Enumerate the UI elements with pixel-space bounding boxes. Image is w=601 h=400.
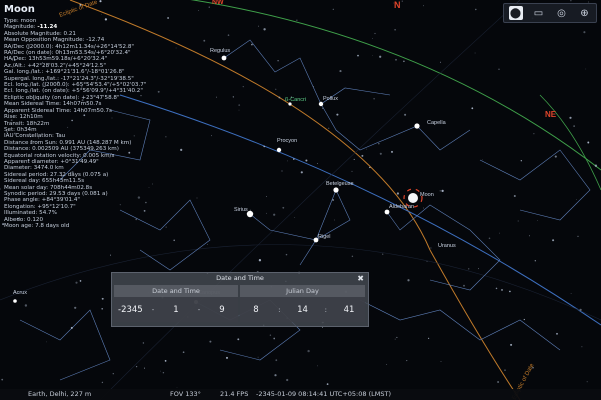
object-info-lines: Type: moon Magnitude: -11.24 Absolute Magn… bbox=[4, 18, 209, 229]
compass-ne: NE bbox=[545, 110, 557, 119]
time-separator: : bbox=[278, 305, 281, 314]
day-field[interactable]: 9 bbox=[210, 305, 234, 315]
star-label: Pollux bbox=[323, 96, 338, 102]
target-icon[interactable]: ◎ bbox=[555, 6, 569, 20]
star-label: Acrux bbox=[13, 290, 27, 296]
star-label: ß-Cancri bbox=[285, 97, 306, 103]
minute-field[interactable]: 14 bbox=[291, 305, 315, 315]
month-field[interactable]: 1 bbox=[164, 305, 188, 315]
status-fov: FOV 133° bbox=[170, 390, 201, 398]
star-regulus[interactable] bbox=[221, 55, 227, 61]
status-location: Earth, Delhi, 227 m bbox=[28, 390, 92, 398]
rectangle-icon[interactable]: ▭ bbox=[532, 6, 546, 20]
julian-group-label[interactable]: Julian Day bbox=[240, 285, 365, 297]
view-toolbar: ⬤ ▭ ◎ ⊕ bbox=[503, 3, 597, 23]
info-line: Moon age: 7.8 days old bbox=[4, 223, 70, 229]
time-separator: : bbox=[324, 305, 327, 314]
star-acrux[interactable] bbox=[13, 299, 17, 303]
close-icon[interactable]: ✖ bbox=[357, 273, 364, 284]
status-fps: 21.4 FPS bbox=[220, 390, 249, 398]
compass-nw: NW bbox=[212, 0, 224, 6]
horizon-line bbox=[190, 0, 601, 171]
star-label: Regulus bbox=[210, 48, 230, 54]
star-procyon[interactable] bbox=[276, 147, 282, 153]
star-label: Rigel bbox=[318, 234, 331, 240]
star-pollux[interactable] bbox=[318, 101, 324, 107]
filled-circle-icon[interactable]: ⬤ bbox=[508, 6, 523, 20]
julian-group: Julian Day 8 : 14 : 41 bbox=[240, 285, 365, 324]
status-datetime: -2345-01-09 08:14:41 UTC+05:08 (LMST) bbox=[256, 390, 391, 398]
dialog-titlebar[interactable]: Date and Time ✖ bbox=[112, 273, 368, 284]
star-label: Sirius bbox=[234, 207, 248, 213]
object-name: Moon bbox=[4, 4, 35, 15]
date-group: Date and Time -2345 - 1 - 9 bbox=[114, 285, 238, 324]
year-field[interactable]: -2345 bbox=[118, 305, 143, 315]
date-separator: - bbox=[151, 305, 155, 314]
star-aldebaran[interactable] bbox=[384, 209, 390, 215]
body-label: Uranus bbox=[438, 243, 456, 249]
hour-field[interactable]: 8 bbox=[244, 305, 268, 315]
star-capella[interactable] bbox=[414, 123, 420, 129]
star-label: Betelgeuse bbox=[326, 181, 354, 187]
date-group-label: Date and Time bbox=[114, 285, 238, 297]
star-label: Aldebaran bbox=[389, 204, 414, 210]
crosshair-icon[interactable]: ⊕ bbox=[578, 6, 592, 20]
compass-n: N bbox=[394, 0, 401, 10]
object-info-panel: Moon Type: moon Magnitude: -11.24 Absolute… bbox=[4, 4, 209, 229]
date-separator: - bbox=[197, 305, 201, 314]
star-betelgeuse[interactable] bbox=[333, 187, 339, 193]
status-bar: Earth, Delhi, 227 m FOV 133° 21.4 FPS -2… bbox=[0, 389, 601, 400]
dialog-title: Date and Time bbox=[216, 274, 264, 282]
date-time-dialog: Date and Time ✖ Date and Time -2345 - 1 … bbox=[111, 272, 369, 327]
star-label: Capella bbox=[427, 120, 447, 126]
second-field[interactable]: 41 bbox=[337, 305, 361, 315]
star-label: Procyon bbox=[277, 138, 297, 144]
